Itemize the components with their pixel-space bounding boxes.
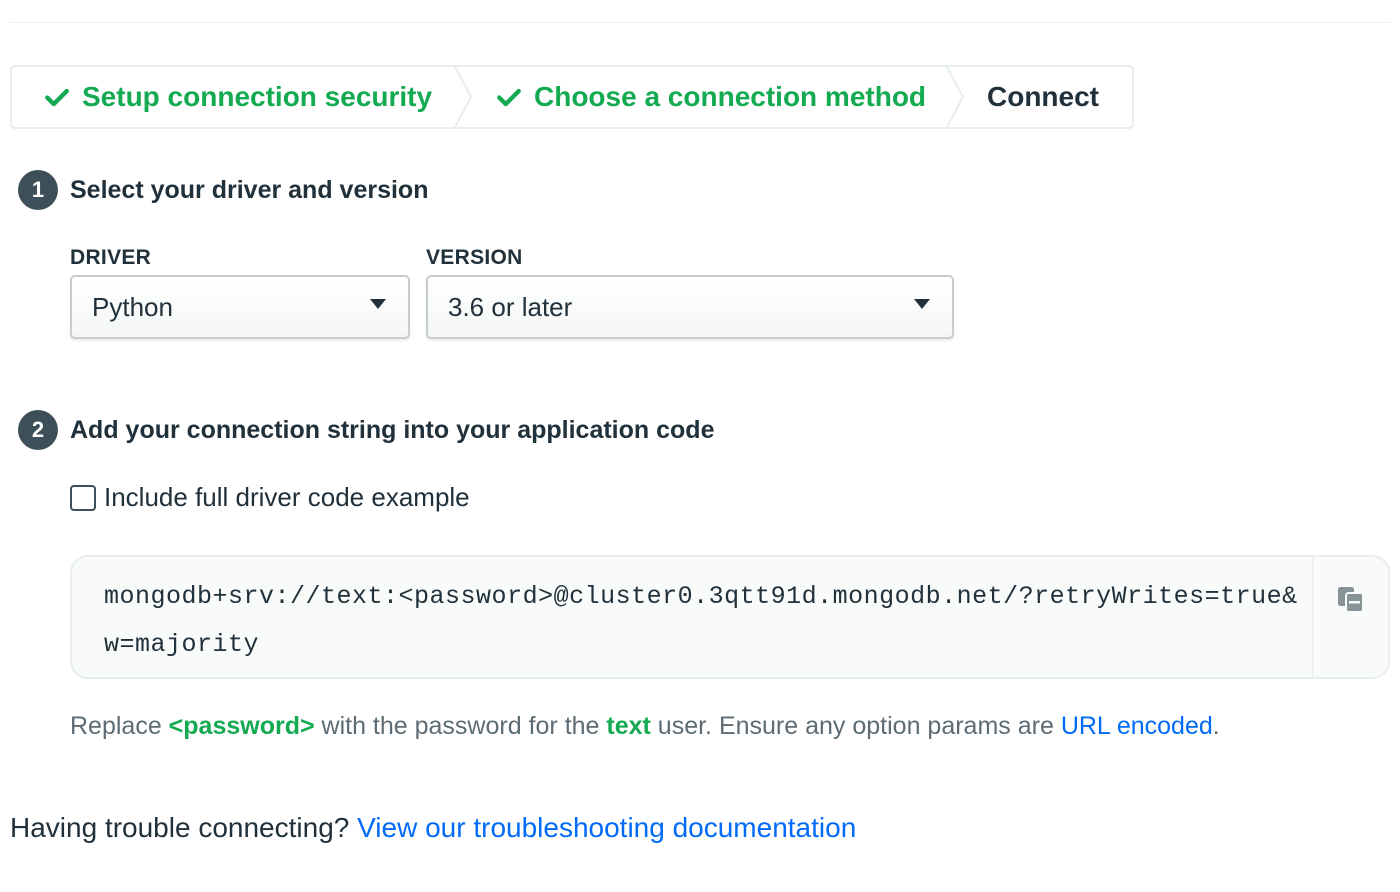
version-selected-value: 3.6 or later	[448, 291, 573, 322]
step-number-badge: 1	[18, 170, 58, 210]
step-label: Connect	[987, 81, 1099, 112]
connection-string-box: mongodb+srv://text:<password>@cluster0.3…	[70, 555, 1390, 679]
password-token: <password>	[168, 712, 315, 740]
help-text-part: with the password for the	[314, 712, 607, 740]
url-encoded-link[interactable]: URL encoded	[1061, 712, 1213, 740]
include-full-code-option: Include full driver code example	[70, 482, 470, 513]
section-1-heading: 1 Select your driver and version	[18, 170, 428, 210]
chevron-separator-icon	[945, 65, 965, 129]
driver-label: DRIVER	[70, 246, 152, 269]
section-2-heading: 2 Add your connection string into your a…	[18, 410, 714, 450]
step-setup-connection-security[interactable]: Setup connection security	[44, 67, 432, 127]
copy-button[interactable]	[1312, 557, 1388, 677]
checkmark-icon	[497, 88, 521, 107]
help-text-part: .	[1212, 712, 1220, 740]
help-text-part: Replace	[70, 712, 169, 740]
connection-help-text: Replace <password> with the password for…	[70, 712, 1220, 741]
section-title: Select your driver and version	[70, 175, 429, 204]
connection-stepper: Setup connection security Choose a conne…	[10, 65, 1134, 129]
driver-selected-value: Python	[92, 291, 173, 322]
copy-icon	[1338, 587, 1364, 613]
step-label: Choose a connection method	[534, 81, 927, 112]
section-title: Add your connection string into your app…	[70, 415, 715, 444]
include-full-code-checkbox[interactable]	[70, 484, 96, 511]
help-text-part: user. Ensure any option params are	[650, 712, 1061, 740]
checkmark-icon	[45, 88, 69, 107]
caret-down-icon	[914, 299, 930, 309]
include-full-code-label[interactable]: Include full driver code example	[104, 482, 470, 513]
top-divider	[10, 22, 1390, 23]
step-connect[interactable]: Connect	[987, 67, 1099, 127]
version-select[interactable]: 3.6 or later	[426, 275, 954, 339]
trouble-text: Having trouble connecting? View our trou…	[10, 812, 856, 844]
username-token: text	[606, 712, 651, 740]
caret-down-icon	[370, 299, 386, 309]
chevron-separator-icon	[453, 65, 473, 129]
driver-select[interactable]: Python	[70, 275, 410, 339]
trouble-prompt: Having trouble connecting?	[10, 812, 358, 843]
step-label: Setup connection security	[82, 81, 433, 112]
step-choose-connection-method[interactable]: Choose a connection method	[496, 67, 926, 127]
step-number-badge: 2	[18, 410, 58, 450]
connection-string[interactable]: mongodb+srv://text:<password>@cluster0.3…	[104, 573, 1304, 669]
troubleshooting-docs-link[interactable]: View our troubleshooting documentation	[357, 812, 856, 843]
version-label: VERSION	[426, 246, 523, 269]
